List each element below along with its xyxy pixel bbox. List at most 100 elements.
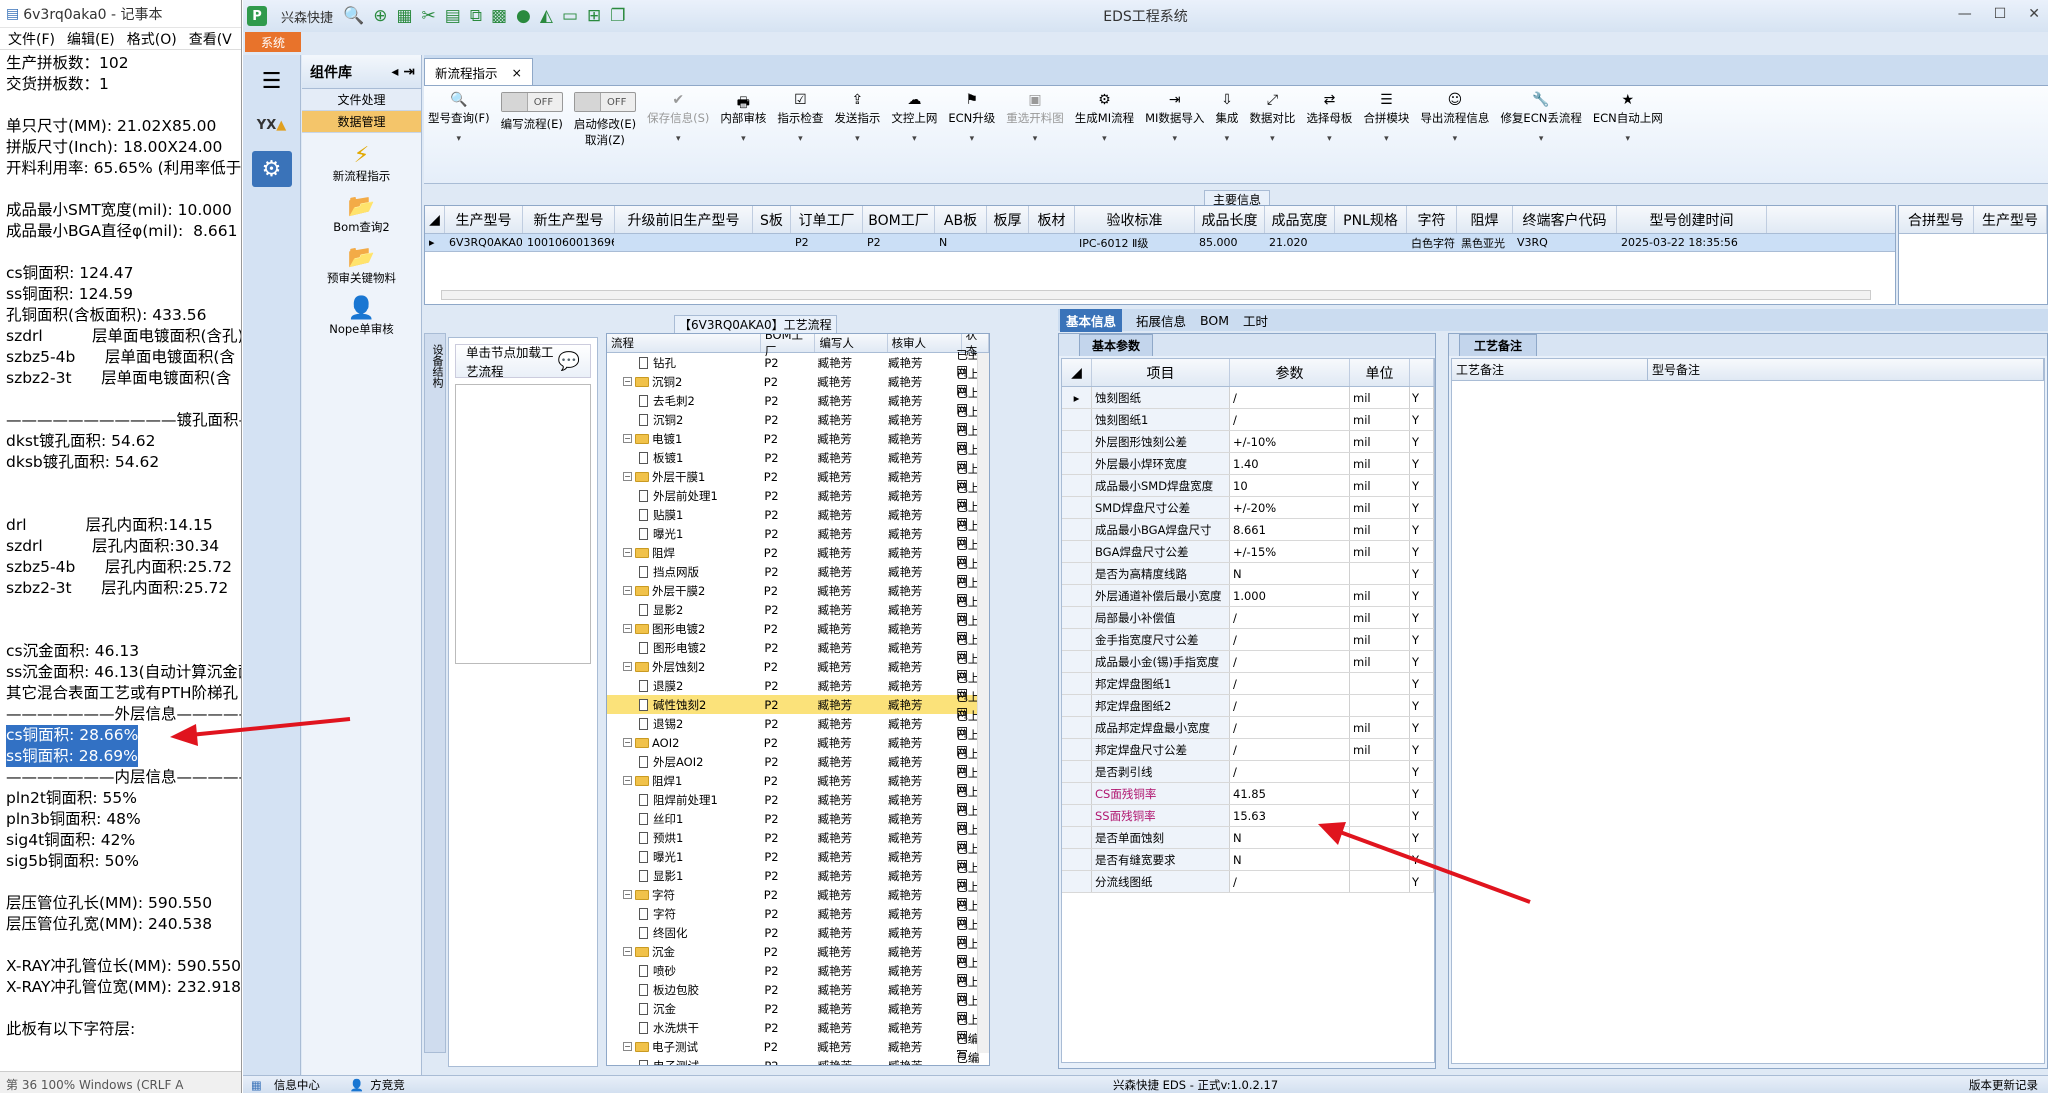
group-file-handling[interactable]: 文件处理 (302, 89, 421, 111)
tree-node[interactable]: 曝光1 (607, 526, 758, 542)
param-row[interactable]: 成品最小BGA焊盘尺寸 8.661 mil Y (1062, 519, 1434, 541)
tab-basic-info[interactable]: 基本信息 (1060, 308, 1123, 332)
grid-cell[interactable]: N (935, 234, 987, 251)
bike-module-icon[interactable]: ⚙ (251, 151, 292, 187)
tree-node[interactable]: 挡点网版 (607, 564, 758, 580)
toolbar-button[interactable]: ▣ 重选开料图 ▾ (1006, 86, 1064, 183)
tree-row[interactable]: − AOI2 P2 臧艳芳 臧艳芳 已上网 (607, 728, 989, 758)
tree-vertical-scrollbar[interactable] (977, 353, 989, 1053)
tree-row[interactable]: 挡点网版 P2 臧艳芳 臧艳芳 已上网 (607, 557, 989, 587)
dropdown-arrow-icon[interactable]: ▾ (1453, 134, 1458, 144)
tree-node[interactable]: 喷砂 (607, 963, 758, 979)
param-row[interactable]: SS面残铜率 15.63 Y (1062, 805, 1434, 827)
tree-row[interactable]: 水洗烘干 P2 臧艳芳 臧艳芳 已上网 (607, 1013, 989, 1043)
dropdown-arrow-icon[interactable]: ▾ (1384, 134, 1389, 144)
toolbar-button[interactable]: ★ ECN自动上网 ▾ (1593, 86, 1663, 183)
toggle-switch[interactable]: OFF (500, 92, 563, 112)
dropdown-arrow-icon[interactable]: ▾ (912, 134, 917, 144)
param-cell[interactable]: / (1230, 607, 1350, 628)
param-cell[interactable]: / (1230, 651, 1350, 672)
dropdown-arrow-icon[interactable]: ▾ (1270, 134, 1275, 144)
tree-row[interactable]: − 外层干膜1 P2 臧艳芳 臧艳芳 已上网 (607, 462, 989, 492)
grid-cell[interactable] (753, 234, 791, 251)
tree-node[interactable]: − 阻焊1 (607, 773, 758, 789)
param-row[interactable]: BGA焊盘尺寸公差 +/-15% mil Y (1062, 541, 1434, 563)
grid-column-header[interactable]: BOM工厂 (863, 206, 935, 233)
grid-cell[interactable]: 6V3RQ0AKA0 (445, 234, 523, 251)
dropdown-arrow-icon[interactable]: ▾ (1173, 134, 1178, 144)
collapse-icon[interactable]: − (623, 472, 632, 481)
param-row[interactable]: 是否为高精度线路 N Y (1062, 563, 1434, 585)
notepad-menu-item[interactable]: 查看(V (189, 29, 232, 49)
tree-row[interactable]: 去毛刺2 P2 臧艳芳 臧艳芳 已上网 (607, 386, 989, 416)
tab-extended-info[interactable]: 拓展信息 (1136, 311, 1186, 330)
collapse-icon[interactable]: − (623, 586, 632, 595)
tree-row[interactable]: 外层前处理1 P2 臧艳芳 臧艳芳 已上网 (607, 481, 989, 511)
tab-work-hours[interactable]: 工时 (1243, 311, 1268, 330)
grid-column-header[interactable]: 成品宽度 (1265, 206, 1335, 233)
close-icon[interactable]: × (512, 65, 522, 80)
tree-node[interactable]: − 阻焊 (607, 545, 758, 561)
minimize-button[interactable]: — (1958, 6, 1972, 22)
param-cell[interactable]: 10 (1230, 475, 1350, 496)
item-bom-query[interactable]: 📂 Bom查询2 (302, 194, 421, 235)
tree-row[interactable]: 沉金 P2 臧艳芳 臧艳芳 已上网 (607, 994, 989, 1024)
tree-row[interactable]: 板边包胶 P2 臧艳芳 臧艳芳 已上网 (607, 975, 989, 1005)
param-row[interactable]: CS面残铜率 41.85 Y (1062, 783, 1434, 805)
windows-icon[interactable]: ⊞ (587, 6, 601, 26)
tree-node[interactable]: − 电镀1 (607, 431, 758, 447)
tree-node[interactable]: − 字符 (607, 887, 758, 903)
tree-node[interactable]: 曝光1 (607, 849, 758, 865)
tree-row[interactable]: 预烘1 P2 臧艳芳 臧艳芳 已上网 (607, 823, 989, 853)
tree-node[interactable]: 退膜2 (607, 678, 758, 694)
toolbar-button[interactable]: 🔧 修复ECN丢流程 ▾ (1500, 86, 1581, 183)
collapse-icon[interactable]: − (623, 890, 632, 899)
grid-cell[interactable]: 10010600136967 (523, 234, 615, 251)
param-row[interactable]: 成品最小金(锡)手指宽度 / mil Y (1062, 651, 1434, 673)
tree-row[interactable]: 图形电镀2 P2 臧艳芳 臧艳芳 已上网 (607, 633, 989, 663)
grid-cell[interactable]: 黑色亚光 (1457, 234, 1513, 251)
tree-node[interactable]: 板边包胶 (607, 982, 758, 998)
param-cell[interactable]: N (1230, 827, 1350, 848)
param-cell[interactable]: 1.40 (1230, 453, 1350, 474)
tree-row[interactable]: 喷砂 P2 臧艳芳 臧艳芳 已上网 (607, 956, 989, 986)
toolbar-button[interactable]: ⇩ 集成 ▾ (1215, 86, 1238, 183)
tree-node[interactable]: 预烘1 (607, 830, 758, 846)
param-cell[interactable]: / (1230, 739, 1350, 760)
param-cell[interactable]: / (1230, 673, 1350, 694)
param-cell[interactable]: +/-20% (1230, 497, 1350, 518)
tree-row[interactable]: − 外层干膜2 P2 臧艳芳 臧艳芳 已上网 (607, 576, 989, 606)
tree-row[interactable]: 退锡2 P2 臧艳芳 臧艳芳 已上网 (607, 709, 989, 739)
tree-row[interactable]: 沉铜2 P2 臧艳芳 臧艳芳 已上网 (607, 405, 989, 435)
tree-row[interactable]: − 字符 P2 臧艳芳 臧艳芳 已上网 (607, 880, 989, 910)
tree-row[interactable]: − 沉铜2 P2 臧艳芳 臧艳芳 已上网 (607, 367, 989, 397)
tree-node[interactable]: − 沉铜2 (607, 374, 758, 390)
param-row[interactable]: ▸ 蚀刻图纸 / mil Y (1062, 387, 1434, 409)
tree-row[interactable]: 外层AOI2 P2 臧艳芳 臧艳芳 已上网 (607, 747, 989, 777)
tree-row[interactable]: 贴膜1 P2 臧艳芳 臧艳芳 已上网 (607, 500, 989, 530)
toolbar-button[interactable]: ☺ 导出流程信息 ▾ (1420, 86, 1489, 183)
grid-column-header[interactable]: PNL规格 (1335, 206, 1407, 233)
grid-column-header[interactable]: 字符 (1407, 206, 1457, 233)
param-cell[interactable]: 41.85 (1230, 783, 1350, 804)
param-row[interactable]: 邦定焊盘尺寸公差 / mil Y (1062, 739, 1434, 761)
tree-node[interactable]: 去毛刺2 (607, 393, 758, 409)
toolbar-sublabel[interactable]: 取消(Z) (585, 132, 625, 148)
toolbar-button[interactable]: ✔ 保存信息(S) ▾ (647, 86, 709, 183)
grid-column-header[interactable]: 型号创建时间 (1617, 206, 1767, 233)
dropdown-arrow-icon[interactable]: ▾ (1102, 134, 1107, 144)
table-icon[interactable]: ▦ (396, 6, 412, 26)
tree-row[interactable]: − 外层蚀刻2 P2 臧艳芳 臧艳芳 已上网 (607, 652, 989, 682)
tree-row[interactable]: − 电镀1 P2 臧艳芳 臧艳芳 已上网 (607, 424, 989, 454)
grid-cell[interactable]: P2 (791, 234, 863, 251)
notepad-text[interactable]: 生产拼板数：102 交货拼板数：1 单只尺寸(MM): 21.02X85.00 拼版尺… (0, 50, 241, 1040)
tree-node[interactable]: 电子测试 (607, 1058, 758, 1065)
dropdown-arrow-icon[interactable]: ▾ (457, 134, 462, 144)
collapse-icon[interactable]: − (623, 548, 632, 557)
param-row[interactable]: 蚀刻图纸1/mil Y (1062, 409, 1434, 431)
collapse-icon[interactable]: − (623, 434, 632, 443)
param-row[interactable]: 外层最小焊环宽度 1.40 mil Y (1062, 453, 1434, 475)
tree-row[interactable]: 曝光1 P2 臧艳芳 臧艳芳 已上网 (607, 842, 989, 872)
tree-node[interactable]: 显影2 (607, 602, 758, 618)
toggle-switch[interactable]: OFF (573, 92, 636, 112)
